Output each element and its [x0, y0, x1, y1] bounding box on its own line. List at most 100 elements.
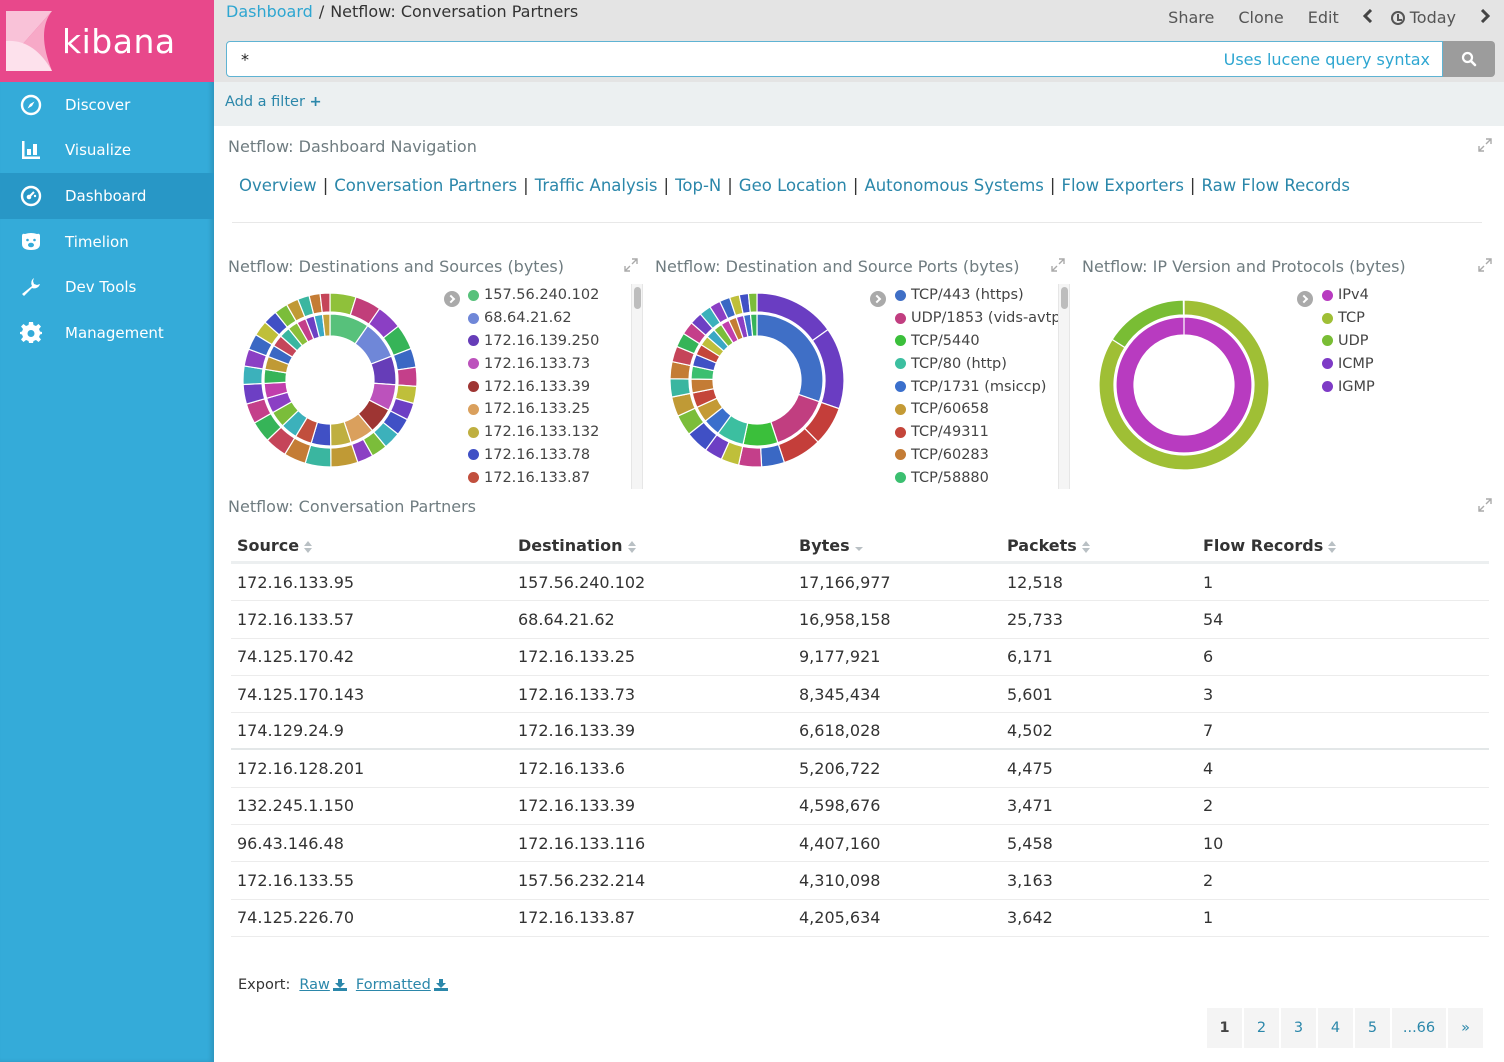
page-button[interactable]: 5 — [1355, 1008, 1390, 1048]
nav-link-autonomous-systems[interactable]: Autonomous Systems — [864, 176, 1043, 195]
sort-icon[interactable] — [1081, 540, 1091, 554]
legend-scrollbar[interactable] — [1058, 284, 1070, 489]
legend-item[interactable]: IPv4 — [1322, 284, 1375, 307]
outer-ring-slice[interactable] — [747, 292, 758, 313]
legend-item[interactable]: 172.16.133.87 — [468, 466, 599, 489]
page-button[interactable]: 2 — [1244, 1008, 1279, 1048]
sidebar: kibana Discover Visualize Dashboard Timelio… — [0, 0, 214, 1062]
legend-color-dot — [895, 312, 906, 324]
nav-link-traffic-analysis[interactable]: Traffic Analysis — [535, 176, 658, 195]
sidebar-item-discover[interactable]: Discover — [0, 82, 214, 128]
legend-item[interactable]: 172.16.133.78 — [468, 444, 599, 467]
breadcrumb-dashboard-link[interactable]: Dashboard — [226, 2, 313, 21]
add-filter-label: Add a filter — [225, 94, 305, 110]
nav-link-top-n[interactable]: Top-N — [675, 176, 721, 195]
legend-item[interactable]: TCP/443 (https) — [895, 284, 1066, 307]
outer-ring-slice[interactable] — [319, 292, 331, 314]
inner-ring-slice[interactable] — [1115, 316, 1253, 454]
lucene-syntax-link[interactable]: Uses lucene query syntax — [1224, 50, 1442, 69]
legend-item[interactable]: 172.16.133.25 — [468, 398, 599, 421]
legend-item[interactable]: 68.64.21.62 — [468, 307, 599, 330]
legend-item[interactable]: 157.56.240.102 — [468, 284, 599, 307]
nav-link-overview[interactable]: Overview — [239, 176, 317, 195]
nav-link-geo-location[interactable]: Geo Location — [739, 176, 847, 195]
expand-panel-icon[interactable] — [1478, 258, 1492, 272]
legend-toggle-button[interactable] — [870, 291, 886, 307]
legend-toggle-button[interactable] — [444, 291, 460, 307]
edit-button[interactable]: Edit — [1308, 8, 1339, 27]
legend-color-dot — [1322, 358, 1333, 370]
column-header-bytes[interactable]: Bytes — [793, 536, 1001, 555]
page-button[interactable]: 4 — [1318, 1008, 1353, 1048]
donut-chart-ports[interactable] — [667, 290, 847, 470]
expand-panel-icon[interactable] — [1051, 258, 1065, 272]
query-input[interactable] — [241, 49, 1224, 69]
table-cell-packets: 4,475 — [1007, 759, 1053, 779]
sidebar-item-dev-tools[interactable]: Dev Tools — [0, 264, 214, 310]
export-formatted-link[interactable]: Formatted — [356, 977, 448, 993]
legend-item[interactable]: TCP/60283 — [895, 444, 1066, 467]
top-actions: Share Clone Edit Today — [1144, 8, 1491, 27]
share-button[interactable]: Share — [1168, 8, 1214, 27]
legend-item[interactable]: UDP — [1322, 330, 1375, 353]
sort-descending-icon[interactable] — [854, 542, 864, 552]
sort-icon[interactable] — [627, 540, 637, 554]
table-row: 172.16.128.201 172.16.133.6 5,206,722 4,475… — [231, 750, 1489, 788]
legend-item[interactable]: TCP/5440 — [895, 330, 1066, 353]
expand-panel-icon[interactable] — [624, 258, 638, 272]
page-button[interactable]: 1 — [1207, 1008, 1242, 1048]
time-picker-button[interactable]: Today — [1390, 8, 1456, 27]
dashboard-gauge-icon — [16, 185, 46, 207]
column-header-flow-records[interactable]: Flow Records — [1197, 536, 1489, 555]
column-header-packets[interactable]: Packets — [1001, 536, 1197, 555]
nav-link-conversation-partners[interactable]: Conversation Partners — [334, 176, 517, 195]
legend-color-dot — [468, 312, 479, 324]
legend-item[interactable]: 172.16.133.39 — [468, 375, 599, 398]
legend-item[interactable]: TCP/80 (http) — [895, 352, 1066, 375]
sidebar-item-timelion[interactable]: Timelion — [0, 219, 214, 265]
time-prev-button[interactable] — [1362, 8, 1373, 27]
sort-icon[interactable] — [303, 540, 313, 554]
donut-chart-ip-protocols[interactable] — [1098, 299, 1270, 471]
table-header: Source Destination Bytes Packets Flow Record… — [231, 530, 1489, 564]
sort-icon[interactable] — [1327, 540, 1337, 554]
legend-item[interactable]: UDP/1853 (vids-avtp) — [895, 307, 1066, 330]
next-page-button[interactable]: » — [1448, 1008, 1483, 1048]
legend-item[interactable]: IGMP — [1322, 375, 1375, 398]
download-icon — [332, 979, 347, 991]
breadcrumb-current: Netflow: Conversation Partners — [330, 2, 579, 21]
export-raw-link[interactable]: Raw — [299, 977, 347, 993]
legend-item[interactable]: TCP/58880 — [895, 466, 1066, 489]
legend-item[interactable]: 172.16.133.132 — [468, 421, 599, 444]
outer-ring-slice[interactable] — [669, 378, 692, 398]
kibana-logo[interactable]: kibana — [0, 0, 214, 82]
inner-ring-slice[interactable] — [742, 421, 779, 447]
sidebar-item-dashboard[interactable]: Dashboard — [0, 173, 214, 219]
legend-toggle-button[interactable] — [1297, 291, 1313, 307]
sidebar-item-management[interactable]: Management — [0, 310, 214, 356]
legend-scrollbar[interactable] — [631, 284, 643, 489]
sidebar-item-visualize[interactable]: Visualize — [0, 128, 214, 174]
page-button[interactable]: ...66 — [1392, 1008, 1446, 1048]
add-filter-button[interactable]: Add a filter + — [225, 94, 322, 110]
outer-ring-slice[interactable] — [396, 366, 418, 388]
expand-panel-icon[interactable] — [1478, 498, 1492, 512]
legend-item[interactable]: TCP/60658 — [895, 398, 1066, 421]
legend-item[interactable]: 172.16.139.250 — [468, 330, 599, 353]
legend-item[interactable]: TCP/49311 — [895, 421, 1066, 444]
clone-button[interactable]: Clone — [1238, 8, 1283, 27]
legend-item[interactable]: TCP/1731 (msiccp) — [895, 375, 1066, 398]
nav-link-flow-exporters[interactable]: Flow Exporters — [1061, 176, 1183, 195]
expand-panel-icon[interactable] — [1478, 138, 1492, 152]
time-next-button[interactable] — [1480, 8, 1491, 27]
legend-item[interactable]: 172.16.133.73 — [468, 352, 599, 375]
legend-item[interactable]: TCP — [1322, 307, 1375, 330]
column-header-source[interactable]: Source — [231, 536, 512, 555]
donut-chart-destinations-sources[interactable] — [240, 290, 420, 470]
nav-link-raw-flow-records[interactable]: Raw Flow Records — [1201, 176, 1349, 195]
legend-item[interactable]: ICMP — [1322, 352, 1375, 375]
page-button[interactable]: 3 — [1281, 1008, 1316, 1048]
search-button[interactable] — [1443, 41, 1495, 77]
column-header-destination[interactable]: Destination — [512, 536, 793, 555]
sidebar-item-label: Management — [65, 323, 164, 342]
